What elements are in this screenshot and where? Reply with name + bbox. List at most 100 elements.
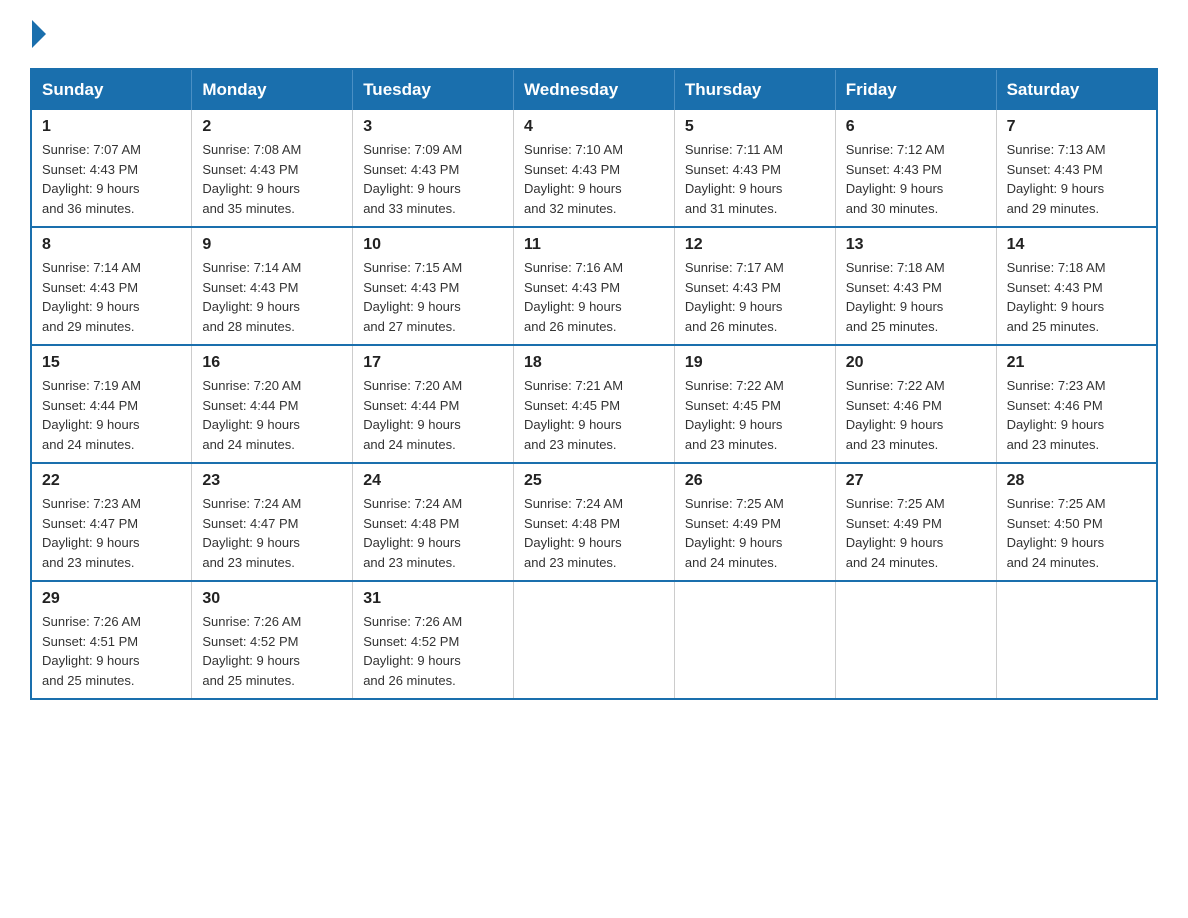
calendar-cell: 28 Sunrise: 7:25 AMSunset: 4:50 PMDayligh… [996, 463, 1157, 581]
day-info: Sunrise: 7:17 AMSunset: 4:43 PMDaylight:… [685, 258, 825, 336]
calendar-cell [835, 581, 996, 699]
calendar-cell: 6Sunrise: 7:12 AMSunset: 4:43 PMDaylight… [835, 110, 996, 227]
day-number: 4 [524, 118, 664, 136]
day-info: Sunrise: 7:26 AMSunset: 4:52 PMDaylight:… [363, 612, 503, 690]
day-info: Sunrise: 7:18 AMSunset: 4:43 PMDaylight:… [1007, 258, 1146, 336]
day-number: 20 [846, 354, 986, 372]
weekday-header-friday: Friday [835, 69, 996, 110]
weekday-header-thursday: Thursday [674, 69, 835, 110]
day-number: 13 [846, 236, 986, 254]
calendar-cell: 27 Sunrise: 7:25 AMSunset: 4:49 PMDayligh… [835, 463, 996, 581]
calendar-cell: 16Sunrise: 7:20 AMSunset: 4:44 PMDayligh… [192, 345, 353, 463]
day-info: Sunrise: 7:20 AMSunset: 4:44 PMDaylight:… [363, 376, 503, 454]
calendar-week-row: 8 Sunrise: 7:14 AMSunset: 4:43 PMDaylight… [31, 227, 1157, 345]
calendar-cell: 11 Sunrise: 7:16 AMSunset: 4:43 PMDayligh… [514, 227, 675, 345]
day-info: Sunrise: 7:10 AMSunset: 4:43 PMDaylight:… [524, 140, 664, 218]
logo-arrow-icon [32, 20, 46, 48]
day-info: Sunrise: 7:24 AMSunset: 4:48 PMDaylight:… [524, 494, 664, 572]
day-number: 9 [202, 236, 342, 254]
day-info: Sunrise: 7:22 AMSunset: 4:46 PMDaylight:… [846, 376, 986, 454]
calendar-cell: 18Sunrise: 7:21 AMSunset: 4:45 PMDayligh… [514, 345, 675, 463]
calendar-cell [996, 581, 1157, 699]
day-number: 5 [685, 118, 825, 136]
calendar-cell: 22 Sunrise: 7:23 AMSunset: 4:47 PMDayligh… [31, 463, 192, 581]
day-number: 16 [202, 354, 342, 372]
calendar-cell: 17 Sunrise: 7:20 AMSunset: 4:44 PMDayligh… [353, 345, 514, 463]
calendar-cell: 23 Sunrise: 7:24 AMSunset: 4:47 PMDayligh… [192, 463, 353, 581]
day-number: 23 [202, 472, 342, 490]
calendar-week-row: 15 Sunrise: 7:19 AMSunset: 4:44 PMDayligh… [31, 345, 1157, 463]
day-info: Sunrise: 7:11 AMSunset: 4:43 PMDaylight:… [685, 140, 825, 218]
day-number: 6 [846, 118, 986, 136]
calendar-cell: 8Sunrise: 7:14 AMSunset: 4:43 PMDaylight… [31, 227, 192, 345]
day-number: 28 [1007, 472, 1146, 490]
day-number: 17 [363, 354, 503, 372]
weekday-header-saturday: Saturday [996, 69, 1157, 110]
day-info: Sunrise: 7:22 AMSunset: 4:45 PMDaylight:… [685, 376, 825, 454]
day-info: Sunrise: 7:26 AMSunset: 4:51 PMDaylight:… [42, 612, 181, 690]
day-number: 29 [42, 590, 181, 608]
calendar-cell: 24 Sunrise: 7:24 AMSunset: 4:48 PMDayligh… [353, 463, 514, 581]
day-number: 10 [363, 236, 503, 254]
calendar-cell: 29 Sunrise: 7:26 AMSunset: 4:51 PMDayligh… [31, 581, 192, 699]
calendar-cell: 1Sunrise: 7:07 AMSunset: 4:43 PMDaylight… [31, 110, 192, 227]
day-number: 31 [363, 590, 503, 608]
calendar-cell: 14 Sunrise: 7:18 AMSunset: 4:43 PMDayligh… [996, 227, 1157, 345]
day-number: 11 [524, 236, 664, 254]
calendar-table: SundayMondayTuesdayWednesdayThursdayFrid… [30, 68, 1158, 700]
day-info: Sunrise: 7:23 AMSunset: 4:47 PMDaylight:… [42, 494, 181, 572]
day-info: Sunrise: 7:13 AMSunset: 4:43 PMDaylight:… [1007, 140, 1146, 218]
day-number: 21 [1007, 354, 1146, 372]
calendar-cell: 9 Sunrise: 7:14 AMSunset: 4:43 PMDaylight… [192, 227, 353, 345]
calendar-cell [514, 581, 675, 699]
day-number: 8 [42, 236, 181, 254]
calendar-cell: 25 Sunrise: 7:24 AMSunset: 4:48 PMDayligh… [514, 463, 675, 581]
day-number: 14 [1007, 236, 1146, 254]
calendar-cell: 10 Sunrise: 7:15 AMSunset: 4:43 PMDayligh… [353, 227, 514, 345]
day-info: Sunrise: 7:16 AMSunset: 4:43 PMDaylight:… [524, 258, 664, 336]
day-info: Sunrise: 7:24 AMSunset: 4:48 PMDaylight:… [363, 494, 503, 572]
day-info: Sunrise: 7:25 AMSunset: 4:49 PMDaylight:… [685, 494, 825, 572]
weekday-header-tuesday: Tuesday [353, 69, 514, 110]
calendar-week-row: 22 Sunrise: 7:23 AMSunset: 4:47 PMDayligh… [31, 463, 1157, 581]
day-info: Sunrise: 7:15 AMSunset: 4:43 PMDaylight:… [363, 258, 503, 336]
day-number: 30 [202, 590, 342, 608]
day-info: Sunrise: 7:08 AMSunset: 4:43 PMDaylight:… [202, 140, 342, 218]
day-info: Sunrise: 7:23 AMSunset: 4:46 PMDaylight:… [1007, 376, 1146, 454]
day-number: 15 [42, 354, 181, 372]
day-number: 3 [363, 118, 503, 136]
calendar-week-row: 1Sunrise: 7:07 AMSunset: 4:43 PMDaylight… [31, 110, 1157, 227]
weekday-header-monday: Monday [192, 69, 353, 110]
calendar-cell: 21 Sunrise: 7:23 AMSunset: 4:46 PMDayligh… [996, 345, 1157, 463]
calendar-cell: 7 Sunrise: 7:13 AMSunset: 4:43 PMDaylight… [996, 110, 1157, 227]
logo-blue-part [30, 20, 46, 48]
page-header [30, 20, 1158, 48]
day-info: Sunrise: 7:25 AMSunset: 4:49 PMDaylight:… [846, 494, 986, 572]
calendar-cell: 30Sunrise: 7:26 AMSunset: 4:52 PMDayligh… [192, 581, 353, 699]
calendar-cell: 15 Sunrise: 7:19 AMSunset: 4:44 PMDayligh… [31, 345, 192, 463]
day-number: 18 [524, 354, 664, 372]
calendar-cell: 13 Sunrise: 7:18 AMSunset: 4:43 PMDayligh… [835, 227, 996, 345]
day-number: 22 [42, 472, 181, 490]
day-info: Sunrise: 7:18 AMSunset: 4:43 PMDaylight:… [846, 258, 986, 336]
calendar-cell: 12Sunrise: 7:17 AMSunset: 4:43 PMDayligh… [674, 227, 835, 345]
day-number: 19 [685, 354, 825, 372]
day-info: Sunrise: 7:09 AMSunset: 4:43 PMDaylight:… [363, 140, 503, 218]
day-info: Sunrise: 7:14 AMSunset: 4:43 PMDaylight:… [202, 258, 342, 336]
day-number: 27 [846, 472, 986, 490]
day-number: 2 [202, 118, 342, 136]
day-info: Sunrise: 7:24 AMSunset: 4:47 PMDaylight:… [202, 494, 342, 572]
calendar-cell: 31 Sunrise: 7:26 AMSunset: 4:52 PMDayligh… [353, 581, 514, 699]
day-info: Sunrise: 7:19 AMSunset: 4:44 PMDaylight:… [42, 376, 181, 454]
calendar-cell: 19 Sunrise: 7:22 AMSunset: 4:45 PMDayligh… [674, 345, 835, 463]
calendar-cell: 20 Sunrise: 7:22 AMSunset: 4:46 PMDayligh… [835, 345, 996, 463]
calendar-cell: 2 Sunrise: 7:08 AMSunset: 4:43 PMDaylight… [192, 110, 353, 227]
calendar-header-row: SundayMondayTuesdayWednesdayThursdayFrid… [31, 69, 1157, 110]
day-number: 24 [363, 472, 503, 490]
day-info: Sunrise: 7:25 AMSunset: 4:50 PMDaylight:… [1007, 494, 1146, 572]
day-number: 7 [1007, 118, 1146, 136]
logo [30, 20, 46, 48]
day-number: 26 [685, 472, 825, 490]
day-number: 25 [524, 472, 664, 490]
calendar-cell: 5 Sunrise: 7:11 AMSunset: 4:43 PMDaylight… [674, 110, 835, 227]
